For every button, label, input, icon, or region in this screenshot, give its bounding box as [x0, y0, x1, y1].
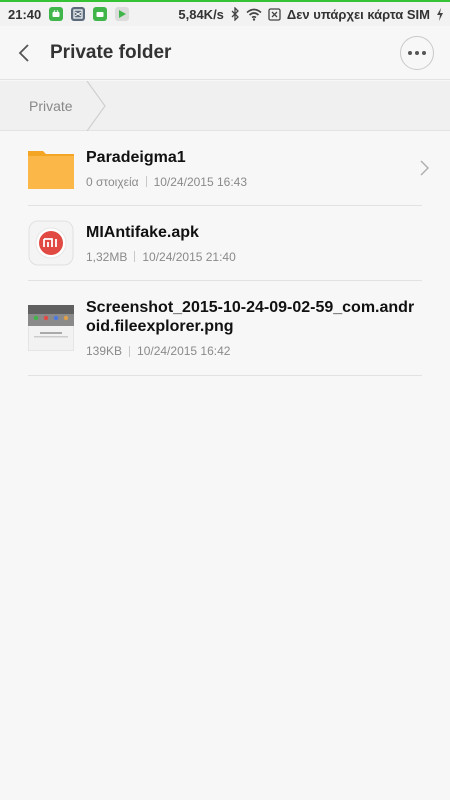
- app-header: Private folder: [0, 26, 450, 80]
- meta-divider: [145, 176, 147, 187]
- file-info: Screenshot_2015-10-24-09-02-59_com.andro…: [86, 298, 422, 358]
- item-count: 0 στοιχεία: [86, 174, 139, 189]
- list-item-apk[interactable]: MIAntifake.apk 1,32MB 10/24/2015 21:40: [28, 206, 422, 281]
- file-list: Paradeigma1 0 στοιχεία 10/24/2015 16:43 …: [0, 131, 450, 376]
- file-meta: 139KB 10/24/2015 16:42: [86, 344, 422, 358]
- bluetooth-icon: [230, 7, 240, 21]
- file-info: Paradeigma1 0 στοιχεία 10/24/2015 16:43: [86, 148, 422, 189]
- charging-icon: [436, 7, 444, 21]
- no-sim-icon: [268, 7, 281, 21]
- network-speed: 5,84K/s: [178, 6, 224, 22]
- meta-divider: [134, 251, 136, 262]
- chevron-right-icon: [420, 160, 430, 176]
- file-name: MIAntifake.apk: [86, 223, 199, 241]
- more-horizontal-icon-dot: [415, 50, 419, 55]
- breadcrumb-item-private[interactable]: Private: [0, 81, 87, 131]
- mi-app-icon: [28, 220, 74, 266]
- file-meta: 0 στοιχεία 10/24/2015 16:43: [86, 175, 422, 189]
- breadcrumb: Private: [0, 81, 450, 131]
- file-info: MIAntifake.apk 1,32MB 10/24/2015 21:40: [86, 223, 422, 264]
- breadcrumb-separator-icon: [86, 81, 106, 131]
- app-notification-icon: [71, 7, 86, 21]
- modified-date: 10/24/2015 21:40: [142, 249, 236, 264]
- more-horizontal-icon-dot: [422, 50, 426, 55]
- status-time: 21:40: [8, 6, 42, 22]
- status-bar: 21:40 5,84K/s Δεν υπάρχει κάρτα SIM: [0, 0, 450, 26]
- status-right: 5,84K/s Δεν υπάρχει κάρτα SIM: [178, 7, 444, 22]
- android-notification-icon: [93, 7, 108, 21]
- play-store-icon: [115, 7, 130, 21]
- breadcrumb-label: Private: [29, 97, 73, 114]
- file-name: Screenshot_2015-10-24-09-02-59_com.andro…: [86, 299, 415, 335]
- meta-divider: [129, 345, 131, 357]
- file-size: 139KB: [86, 344, 123, 358]
- file-name: Paradeigma1: [86, 148, 186, 166]
- list-item-folder[interactable]: Paradeigma1 0 στοιχεία 10/24/2015 16:43: [28, 131, 430, 206]
- folder-icon: [28, 145, 74, 191]
- page-title: Private folder: [50, 41, 172, 63]
- back-button[interactable]: [0, 26, 48, 80]
- file-size: 1,32MB: [86, 249, 128, 264]
- carrier-text: Δεν υπάρχει κάρτα SIM: [286, 6, 430, 22]
- chevron-left-icon: [18, 43, 29, 62]
- more-horizontal-icon: [408, 50, 412, 55]
- android-notification-icon: [49, 7, 64, 21]
- wifi-icon: [246, 8, 262, 21]
- file-meta: 1,32MB 10/24/2015 21:40: [86, 250, 422, 264]
- more-options-button[interactable]: [400, 35, 434, 70]
- list-item-image[interactable]: Screenshot_2015-10-24-09-02-59_com.andro…: [27, 281, 422, 376]
- image-thumbnail-icon: [27, 304, 75, 352]
- modified-date: 10/24/2015 16:43: [153, 174, 247, 189]
- modified-date: 10/24/2015 16:42: [137, 344, 231, 358]
